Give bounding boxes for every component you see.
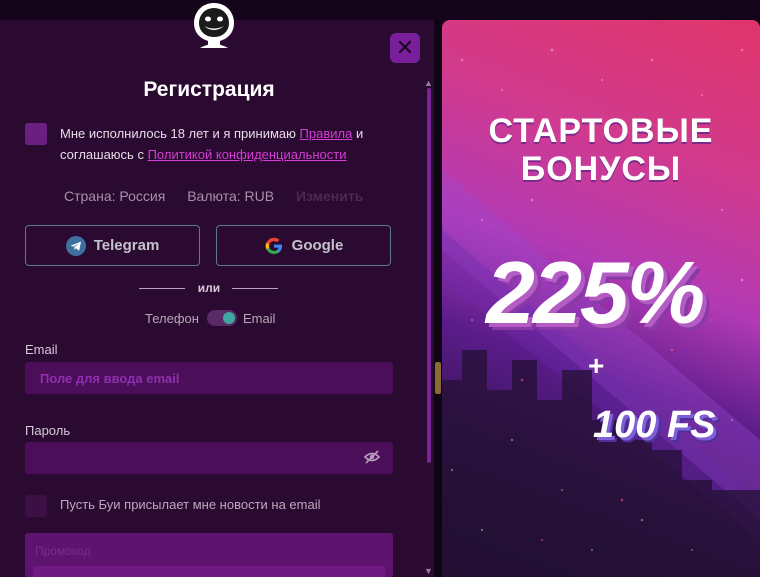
bonus-promo-panel: СТАРТОВЫЕ БОНУСЫ 225% + 100 FS [442, 20, 760, 577]
promo-code-input[interactable] [33, 566, 385, 577]
phone-option-label[interactable]: Телефон [145, 311, 199, 326]
locale-row: Страна: Россия Валюта: RUB Изменить [64, 188, 381, 204]
bonus-free-spins: 100 FS [593, 404, 716, 446]
scroll-up-arrow-icon[interactable]: ▲ [424, 78, 433, 88]
rules-link[interactable]: Правила [300, 126, 353, 141]
google-login-button[interactable]: Google [216, 225, 391, 266]
telegram-login-button[interactable]: Telegram [25, 225, 200, 266]
scroll-down-arrow-icon[interactable]: ▼ [424, 566, 433, 576]
bonus-title: СТАРТОВЫЕ БОНУСЫ [442, 112, 760, 188]
background-gap [434, 20, 442, 577]
divider-line-left [139, 288, 185, 289]
telegram-label: Telegram [93, 237, 160, 254]
phone-email-toggle[interactable] [206, 310, 237, 326]
bonus-title-line1: СТАРТОВЫЕ [488, 112, 714, 150]
page: ✕ Регистрация ▲ ▼ Мне исполнилось 18 лет… [0, 0, 760, 577]
change-locale-link[interactable]: Изменить [296, 188, 363, 204]
promo-code-label: Промокод [35, 544, 91, 558]
close-icon: ✕ [395, 35, 415, 60]
password-label: Пароль [25, 423, 71, 438]
newsletter-label: Пусть Буи присылает мне новости на email [60, 497, 321, 512]
bonus-plus: + [588, 350, 605, 381]
password-input[interactable] [25, 442, 393, 474]
divider-line-right [232, 288, 278, 289]
age-agree-text: Мне исполнилось 18 лет и я принимаю Прав… [60, 123, 380, 165]
close-button[interactable]: ✕ [390, 33, 420, 63]
telegram-icon [65, 235, 86, 256]
contact-method-toggle-row: Телефон Email [145, 309, 275, 327]
modal-title: Регистрация [143, 78, 275, 101]
email-option-label[interactable]: Email [243, 311, 276, 326]
google-icon [265, 237, 282, 254]
privacy-policy-link[interactable]: Политикой конфиденциальности [148, 147, 347, 162]
background-element [435, 362, 441, 394]
currency-label: Валюта: RUB [187, 188, 275, 204]
eye-slash-icon[interactable] [364, 450, 380, 464]
email-input[interactable] [25, 362, 393, 394]
registration-panel [0, 20, 435, 577]
toggle-knob [222, 312, 235, 324]
age-agree-checkbox[interactable] [25, 123, 47, 145]
top-bar [0, 0, 760, 20]
gorilla-logo-icon [194, 3, 234, 48]
scrollbar-thumb[interactable] [427, 88, 431, 463]
agree-text-before: Мне исполнилось 18 лет и я принимаю [60, 126, 296, 141]
newsletter-checkbox[interactable] [25, 495, 47, 517]
or-divider-label: или [197, 281, 221, 295]
email-label: Email [25, 342, 58, 357]
google-label: Google [291, 237, 344, 254]
bonus-title-line2: БОНУСЫ [520, 150, 682, 188]
country-label: Страна: Россия [64, 188, 166, 204]
bonus-percent: 225% [486, 243, 705, 342]
